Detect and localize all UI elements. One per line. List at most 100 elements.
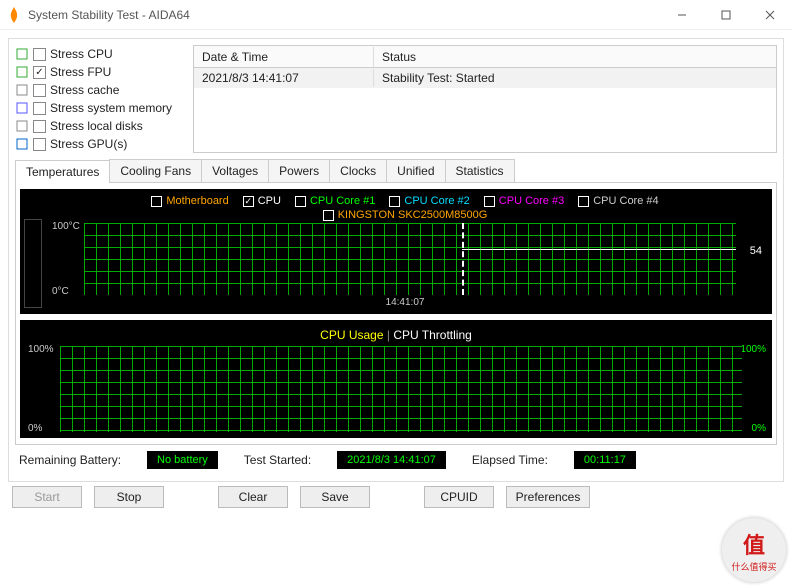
stress-option[interactable]: Stress system memory (15, 99, 185, 117)
temp-event-line (462, 223, 464, 295)
cpu-usage-label: CPU Usage (320, 328, 383, 342)
tab-clocks[interactable]: Clocks (329, 159, 387, 182)
legend-item[interactable]: CPU (243, 195, 281, 207)
device-icon (15, 101, 29, 115)
stress-option[interactable]: Stress local disks (15, 117, 185, 135)
legend-item[interactable]: CPU Core #4 (578, 195, 658, 207)
started-label: Test Started: (244, 453, 311, 467)
preferences-button[interactable]: Preferences (506, 486, 590, 508)
stress-option-label: Stress GPU(s) (50, 137, 127, 151)
elapsed-value: 00:11:17 (574, 451, 636, 469)
device-icon (15, 83, 29, 97)
legend-label: CPU Core #2 (404, 195, 469, 207)
temp-grid (84, 223, 736, 295)
checkbox[interactable] (33, 120, 46, 133)
maximize-button[interactable] (704, 0, 748, 30)
stress-option-label: Stress FPU (50, 65, 111, 79)
temp-series-cpu (462, 249, 736, 250)
main-panel: Stress CPU Stress FPU Stress cache Stres… (8, 38, 784, 482)
tab-cooling-fans[interactable]: Cooling Fans (109, 159, 202, 182)
checkbox[interactable] (323, 210, 334, 221)
window-controls (660, 0, 792, 30)
temp-xlabel: 14:41:07 (44, 297, 766, 308)
battery-label: Remaining Battery: (19, 453, 121, 467)
cpu-grid-wrap (60, 346, 742, 432)
status-row: Remaining Battery: No battery Test Start… (15, 445, 777, 475)
cpuid-button[interactable]: CPUID (424, 486, 494, 508)
stress-option-label: Stress cache (50, 83, 119, 97)
graph-area: Motherboard CPU CPU Core #1 CPU Core #2 … (15, 182, 777, 445)
legend-label: CPU Core #4 (593, 195, 658, 207)
checkbox[interactable] (484, 196, 495, 207)
button-row: Start Stop Clear Save CPUID Preferences (8, 482, 784, 512)
temp-reading: 54 (750, 245, 762, 257)
checkbox[interactable] (33, 102, 46, 115)
legend-label: Motherboard (166, 195, 228, 207)
checkbox[interactable] (578, 196, 589, 207)
start-button[interactable]: Start (12, 486, 82, 508)
device-icon (15, 47, 29, 61)
legend-item[interactable]: Motherboard (151, 195, 228, 207)
checkbox[interactable] (33, 48, 46, 61)
legend-item[interactable]: CPU Core #1 (295, 195, 375, 207)
legend-item[interactable]: CPU Core #3 (484, 195, 564, 207)
tab-unified[interactable]: Unified (386, 159, 445, 182)
save-button[interactable]: Save (300, 486, 370, 508)
cpu-rbot: 0% (752, 423, 766, 434)
started-value: 2021/8/3 14:41:07 (337, 451, 446, 469)
checkbox[interactable] (243, 196, 254, 207)
tab-voltages[interactable]: Voltages (201, 159, 269, 182)
legend-item[interactable]: CPU Core #2 (389, 195, 469, 207)
temp-graph: Motherboard CPU CPU Core #1 CPU Core #2 … (20, 189, 772, 314)
stress-option[interactable]: Stress GPU(s) (15, 135, 185, 153)
log-table: Date & Time Status 2021/8/3 14:41:07 Sta… (193, 45, 777, 153)
cpu-grid (60, 346, 742, 432)
temp-ybot: 0°C (52, 286, 69, 297)
temp-grid-wrap: 54 (84, 223, 736, 295)
legend-label: CPU Core #1 (310, 195, 375, 207)
clear-button[interactable]: Clear (218, 486, 288, 508)
cpu-throttle-label: CPU Throttling (393, 328, 471, 342)
minimize-button[interactable] (660, 0, 704, 30)
log-header: Date & Time Status (194, 46, 776, 68)
temp-legend-row1: Motherboard CPU CPU Core #1 CPU Core #2 … (44, 195, 766, 207)
legend-label: KINGSTON SKC2500M8500G (338, 209, 488, 221)
cpu-rtop: 100% (740, 344, 766, 355)
app-icon (6, 7, 22, 23)
device-icon (15, 65, 29, 79)
battery-value: No battery (147, 451, 218, 469)
log-header-status[interactable]: Status (374, 47, 776, 67)
temp-legend-row2: KINGSTON SKC2500M8500G (44, 209, 766, 221)
stop-button[interactable]: Stop (94, 486, 164, 508)
checkbox[interactable] (151, 196, 162, 207)
log-header-datetime[interactable]: Date & Time (194, 47, 374, 67)
tab-powers[interactable]: Powers (268, 159, 330, 182)
stress-option[interactable]: Stress CPU (15, 45, 185, 63)
tab-temperatures[interactable]: Temperatures (15, 160, 110, 183)
checkbox[interactable] (33, 66, 46, 79)
legend-item[interactable]: KINGSTON SKC2500M8500G (323, 209, 488, 221)
stress-option[interactable]: Stress cache (15, 81, 185, 99)
cpu-graph: CPU Usage | CPU Throttling 100% 0% 100% … (20, 320, 772, 438)
checkbox[interactable] (389, 196, 400, 207)
legend-label: CPU (258, 195, 281, 207)
checkbox[interactable] (33, 84, 46, 97)
watermark-char: 值 (743, 528, 765, 560)
close-button[interactable] (748, 0, 792, 30)
watermark-text: 什么值得买 (731, 560, 776, 573)
stress-option-label: Stress CPU (50, 47, 113, 61)
log-cell-status: Stability Test: Started (374, 69, 776, 87)
cpu-title-sep: | (387, 328, 390, 342)
tabs: TemperaturesCooling FansVoltagesPowersCl… (15, 159, 777, 182)
log-row[interactable]: 2021/8/3 14:41:07 Stability Test: Starte… (194, 68, 776, 88)
device-icon (15, 137, 29, 151)
titlebar: System Stability Test - AIDA64 (0, 0, 792, 30)
main-content: Stress CPU Stress FPU Stress cache Stres… (0, 30, 792, 516)
stress-option[interactable]: Stress FPU (15, 63, 185, 81)
legend-label: CPU Core #3 (499, 195, 564, 207)
checkbox[interactable] (33, 138, 46, 151)
tab-statistics[interactable]: Statistics (445, 159, 515, 182)
window-title: System Stability Test - AIDA64 (28, 8, 660, 22)
checkbox[interactable] (295, 196, 306, 207)
elapsed-label: Elapsed Time: (472, 453, 548, 467)
